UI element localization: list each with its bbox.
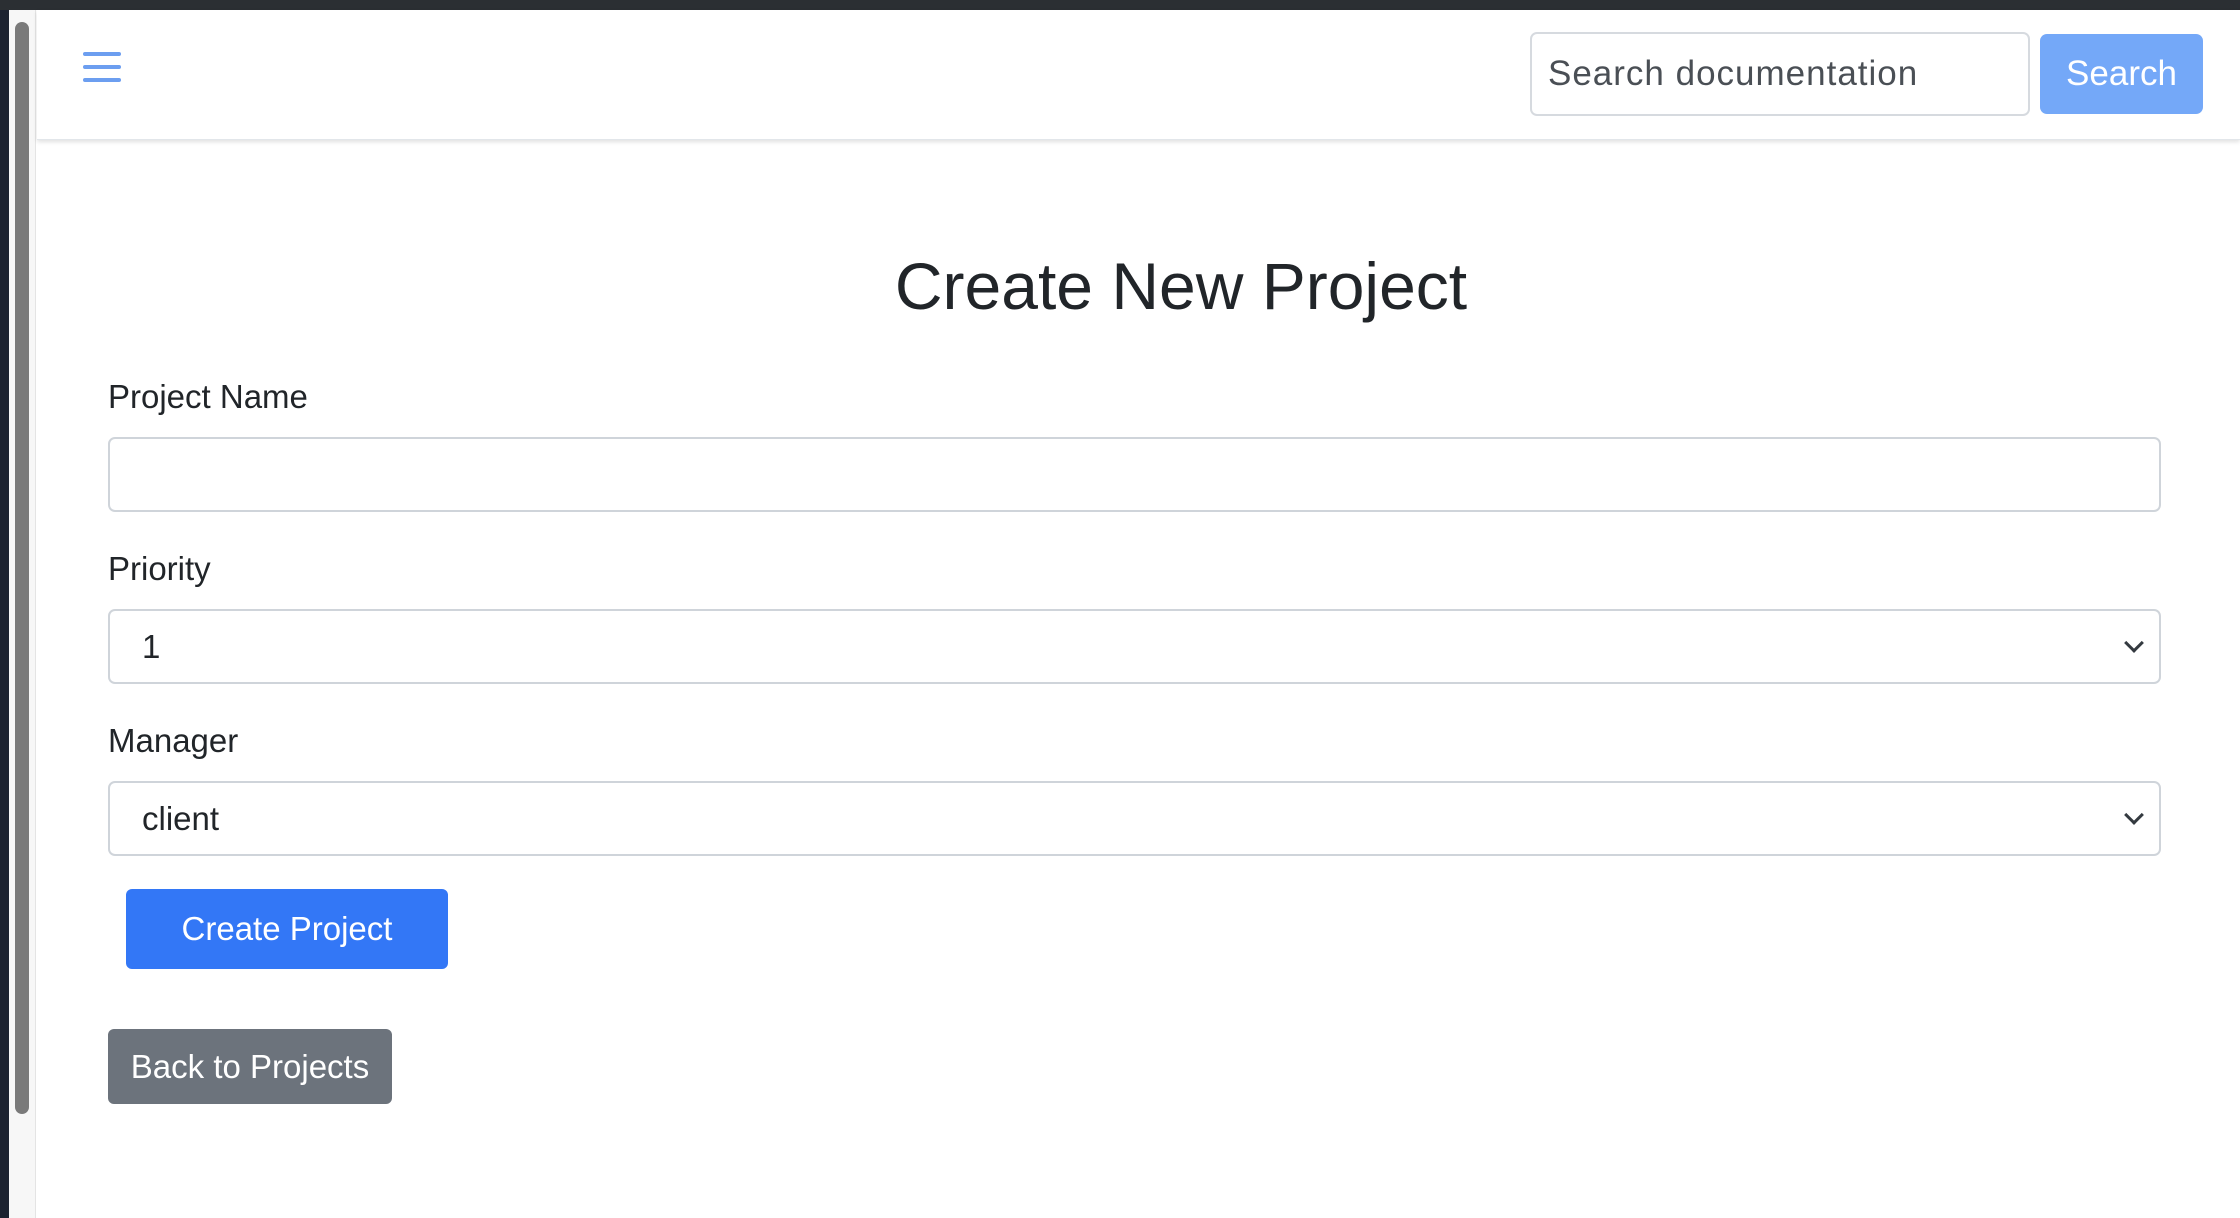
search-button[interactable]: Search — [2040, 34, 2203, 114]
scrollbar-thumb[interactable] — [15, 22, 29, 1114]
manager-selected-value: client — [142, 799, 220, 837]
project-name-label: Project Name — [108, 378, 308, 415]
top-navbar: Search — [37, 10, 2240, 140]
chevron-down-icon — [2124, 804, 2144, 825]
project-name-input[interactable] — [108, 437, 2161, 512]
create-project-button[interactable]: Create Project — [126, 889, 448, 969]
manager-select[interactable]: client — [108, 781, 2161, 856]
search-input[interactable] — [1530, 32, 2030, 116]
priority-label: Priority — [108, 550, 211, 587]
window-top-strip — [0, 0, 2240, 10]
hamburger-line — [83, 52, 121, 56]
page-title: Create New Project — [894, 249, 1468, 323]
priority-select[interactable]: 1 — [108, 609, 2161, 684]
hamburger-menu-icon[interactable] — [83, 48, 121, 86]
hamburger-line — [83, 78, 121, 82]
back-to-projects-button[interactable]: Back to Projects — [108, 1029, 392, 1104]
priority-selected-value: 1 — [142, 627, 161, 665]
left-edge-bar — [0, 10, 9, 1218]
manager-label: Manager — [108, 722, 239, 759]
hamburger-line — [83, 65, 121, 69]
chevron-down-icon — [2124, 632, 2144, 653]
